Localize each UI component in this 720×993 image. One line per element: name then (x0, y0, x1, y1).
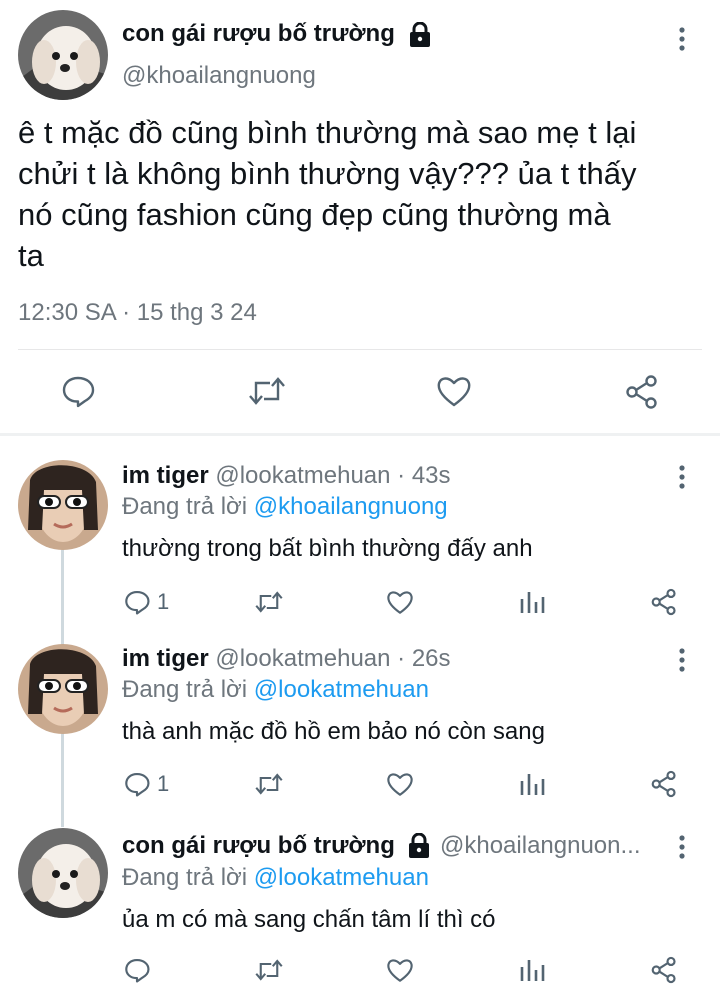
replying-to: Đang trả lời @lookatmehuan (122, 864, 429, 892)
timestamp[interactable]: 12:30 SA · 15 thg 3 24 (18, 299, 257, 327)
replying-to: Đang trả lời @khoailangnuong (122, 493, 448, 521)
divider (18, 349, 702, 350)
more-icon[interactable] (674, 647, 690, 673)
reply-header: im tiger @lookatmehuan · 26s (122, 645, 451, 673)
avatar[interactable] (18, 10, 108, 100)
display-name[interactable]: im tiger (122, 462, 209, 489)
views-icon[interactable] (519, 589, 545, 615)
replying-prefix: Đang trả lời (122, 864, 248, 891)
retweet-icon[interactable] (254, 957, 284, 983)
retweet-icon[interactable] (247, 374, 287, 408)
views-icon[interactable] (519, 771, 545, 797)
reply-text: thường trong bất bình thường đấy anh (122, 535, 533, 562)
handle-time[interactable]: @khoailangnuon... (440, 832, 641, 860)
like-icon[interactable] (386, 771, 414, 797)
like-icon[interactable] (386, 589, 414, 615)
more-icon[interactable] (674, 26, 690, 52)
reply-text: thà anh mặc đồ hồ em bảo nó còn sang (122, 718, 545, 745)
avatar[interactable] (18, 460, 108, 550)
tweet-text-line: chửi t là không bình thường vậy??? ủa t … (18, 156, 637, 191)
handle[interactable]: @khoailangnuong (122, 62, 316, 90)
reply-icon[interactable] (124, 589, 150, 615)
tweet-text-line: ê t mặc đồ cũng bình thường mà sao mẹ t … (18, 115, 637, 150)
reply-text: ủa m có mà sang chấn tâm lí thì có (122, 906, 496, 933)
views-icon[interactable] (519, 957, 545, 983)
replying-to-link[interactable]: @khoailangnuong (254, 493, 448, 520)
more-icon[interactable] (674, 834, 690, 860)
display-name[interactable]: im tiger (122, 645, 209, 672)
replying-prefix: Đang trả lời (122, 493, 248, 520)
reply-icon[interactable] (61, 374, 95, 408)
reply-count: 1 (157, 771, 170, 796)
handle-time[interactable]: @lookatmehuan · 43s (215, 462, 450, 489)
lock-icon (406, 833, 432, 859)
replying-to: Đang trả lời @lookatmehuan (122, 676, 429, 704)
replying-to-link[interactable]: @lookatmehuan (254, 676, 429, 703)
reply-icon[interactable] (124, 957, 150, 983)
replying-prefix: Đang trả lời (122, 676, 248, 703)
reply-count: 1 (157, 589, 170, 614)
replying-to-link[interactable]: @lookatmehuan (254, 864, 429, 891)
share-icon[interactable] (650, 956, 678, 984)
like-icon[interactable] (436, 374, 472, 408)
display-name[interactable]: con gái rượu bố trường (122, 20, 395, 48)
share-icon[interactable] (650, 588, 678, 616)
lock-icon (407, 22, 433, 48)
more-icon[interactable] (674, 464, 690, 490)
handle-time[interactable]: @lookatmehuan · 26s (215, 645, 450, 672)
like-icon[interactable] (386, 957, 414, 983)
tweet-text-line: nó cũng fashion cũng đẹp cũng thường mà (18, 197, 611, 232)
avatar[interactable] (18, 828, 108, 918)
share-icon[interactable] (624, 374, 660, 410)
display-name[interactable]: con gái rượu bố trường (122, 832, 395, 859)
retweet-icon[interactable] (254, 589, 284, 615)
share-icon[interactable] (650, 770, 678, 798)
tweet-text: ê t mặc đồ cũng bình thường mà sao mẹ t … (18, 112, 708, 276)
tweet-text-line: ta (18, 238, 44, 273)
reply-icon[interactable] (124, 771, 150, 797)
reply-header: con gái rượu bố trường (122, 832, 395, 860)
avatar[interactable] (18, 644, 108, 734)
retweet-icon[interactable] (254, 771, 284, 797)
section-divider (0, 433, 720, 436)
reply-header: im tiger @lookatmehuan · 43s (122, 462, 451, 490)
